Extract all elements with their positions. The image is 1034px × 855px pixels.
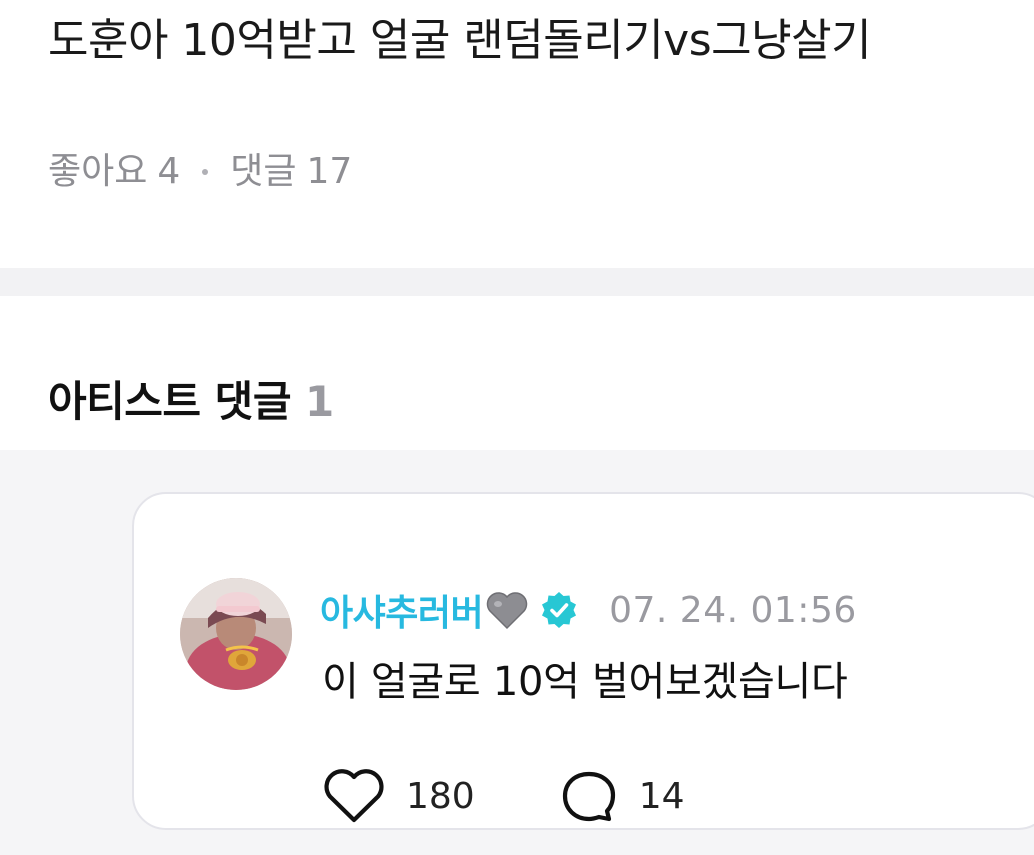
comments-label: 댓글 xyxy=(230,151,297,192)
speech-bubble-icon xyxy=(559,767,619,825)
artist-comments-title-text: 아티스트 댓글 xyxy=(48,377,291,426)
like-count: 180 xyxy=(406,775,475,817)
avatar[interactable] xyxy=(180,578,292,690)
artist-comments-section: 아티스트 댓글 1 아샤추러버 07. 24. 01:56 이 얼굴로 10억 … xyxy=(0,296,1034,855)
verified-badge-icon xyxy=(539,590,579,630)
grey-heart-emoji-icon xyxy=(485,590,529,630)
comment-actions: 180 14 xyxy=(322,766,685,826)
comments-count: 17 xyxy=(306,151,353,192)
artist-comments-title: 아티스트 댓글 1 xyxy=(48,374,334,430)
artist-comments-count: 1 xyxy=(304,377,334,426)
comment-list: 아샤추러버 07. 24. 01:56 이 얼굴로 10억 벌어보겠습니다 18… xyxy=(0,450,1034,855)
reply-button[interactable]: 14 xyxy=(559,767,685,825)
comment-card[interactable]: 아샤추러버 07. 24. 01:56 이 얼굴로 10억 벌어보겠습니다 18… xyxy=(132,492,1034,830)
heart-outline-icon xyxy=(322,767,386,825)
likes-label: 좋아요 xyxy=(48,151,148,192)
author-name[interactable]: 아샤추러버 xyxy=(320,584,484,636)
section-divider xyxy=(0,268,1034,296)
post-meta: 좋아요 4 댓글 17 xyxy=(48,148,352,196)
post-header: 도훈아 10억받고 얼굴 랜덤돌리기vs그냥살기 좋아요 4 댓글 17 xyxy=(0,0,1034,268)
reply-count: 14 xyxy=(638,775,685,817)
comment-text: 이 얼굴로 10억 벌어보겠습니다 xyxy=(322,659,848,705)
meta-separator-dot xyxy=(202,169,209,175)
post-title: 도훈아 10억받고 얼굴 랜덤돌리기vs그냥살기 xyxy=(48,15,872,66)
post-page: 도훈아 10억받고 얼굴 랜덤돌리기vs그냥살기 좋아요 4 댓글 17 아티스… xyxy=(0,0,1034,855)
comment-header: 아샤추러버 07. 24. 01:56 xyxy=(320,582,857,638)
comment-timestamp: 07. 24. 01:56 xyxy=(609,589,857,631)
like-button[interactable]: 180 xyxy=(322,767,475,825)
likes-count: 4 xyxy=(157,151,181,192)
